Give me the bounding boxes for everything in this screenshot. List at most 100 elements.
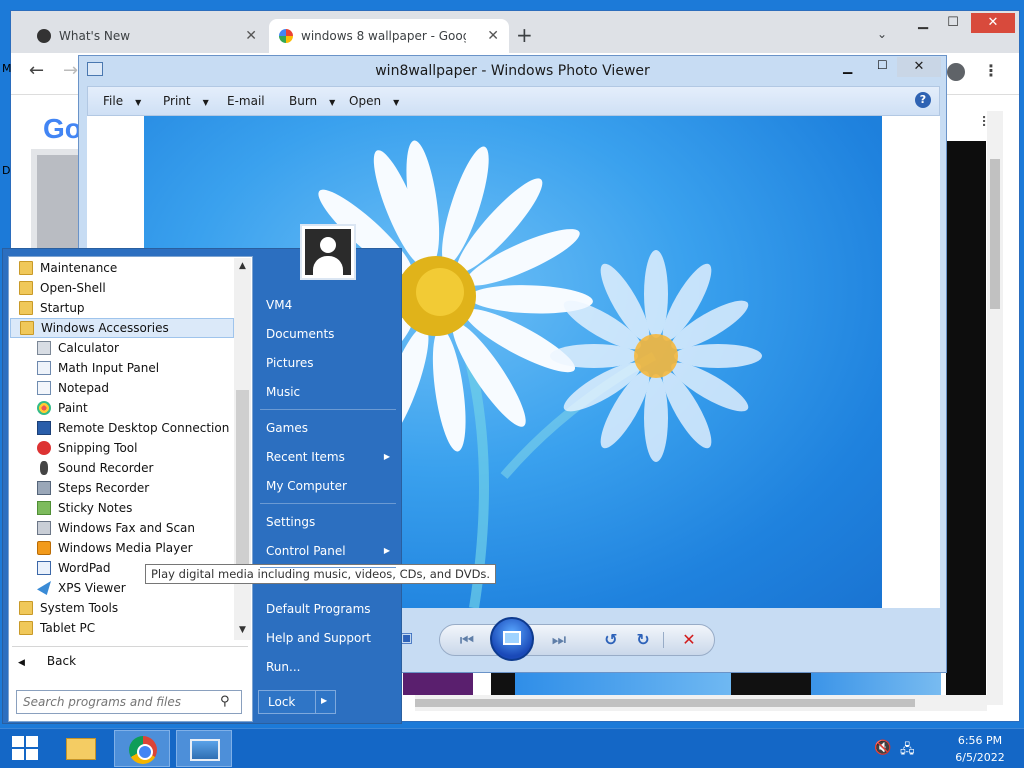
volume-muted-icon[interactable]: 🔇	[874, 740, 891, 756]
kebab-menu-icon[interactable]: ⋮	[983, 61, 999, 80]
program-steps-recorder[interactable]: Steps Recorder	[10, 478, 234, 498]
program-snipping-tool[interactable]: Snipping Tool	[10, 438, 234, 458]
image-result-thumbnail[interactable]	[731, 673, 811, 695]
snipping-tool-icon	[37, 441, 51, 455]
program-label: XPS Viewer	[58, 581, 126, 595]
microphone-icon	[40, 461, 48, 475]
program-maintenance[interactable]: Maintenance	[10, 258, 234, 278]
programs-scrollbar-thumb[interactable]	[236, 390, 249, 570]
program-notepad[interactable]: Notepad	[10, 378, 234, 398]
chevron-right-icon[interactable]: ▶	[321, 696, 327, 705]
close-icon[interactable]: ✕	[245, 28, 257, 44]
taskbar-photo-viewer[interactable]	[176, 730, 232, 767]
tab-search-button[interactable]: ⌄	[877, 27, 887, 41]
start-item-control-panel[interactable]: Control Panel ▶	[258, 538, 398, 564]
forward-arrow-icon[interactable]: →	[63, 60, 78, 81]
start-item-vm4[interactable]: VM4	[258, 292, 398, 318]
slideshow-play-button[interactable]	[490, 617, 534, 661]
page-scrollbar-thumb[interactable]	[990, 159, 1000, 309]
start-item-pictures[interactable]: Pictures	[258, 350, 398, 376]
file-explorer-icon	[66, 738, 96, 760]
start-item-recent-items[interactable]: Recent Items ▶	[258, 444, 398, 470]
program-math-input-panel[interactable]: Math Input Panel	[10, 358, 234, 378]
image-result-thumbnail[interactable]	[515, 673, 731, 695]
start-item-help-and-support[interactable]: Help and Support	[258, 625, 398, 651]
search-icon[interactable]: ⚲	[220, 694, 230, 709]
new-tab-button[interactable]: +	[516, 23, 533, 47]
program-tablet-pc[interactable]: Tablet PC	[10, 618, 234, 638]
program-windows-media-player[interactable]: Windows Media Player	[10, 538, 234, 558]
program-label: Calculator	[58, 341, 119, 355]
program-label: Open-Shell	[40, 281, 106, 295]
slideshow-icon	[503, 631, 521, 645]
image-result-thumbnail[interactable]	[403, 673, 473, 695]
program-system-tools[interactable]: System Tools	[10, 598, 234, 618]
folder-icon	[19, 261, 33, 275]
scroll-down-icon[interactable]: ▼	[234, 622, 251, 639]
program-windows-accessories[interactable]: Windows Accessories	[10, 318, 234, 338]
clock-time[interactable]: 6:56 PM	[950, 734, 1010, 747]
menu-open[interactable]: Open ▼	[349, 94, 399, 108]
start-item-documents[interactable]: Documents	[258, 321, 398, 347]
program-remote-desktop-connection[interactable]: Remote Desktop Connection	[10, 418, 234, 438]
image-result-thumbnail[interactable]	[491, 673, 515, 695]
folder-icon	[19, 601, 33, 615]
caret-down-icon: ▼	[202, 98, 209, 107]
image-result-thumbnail[interactable]	[811, 673, 941, 695]
menu-print[interactable]: Print ▼	[163, 94, 209, 108]
scroll-up-icon[interactable]: ▲	[234, 258, 251, 275]
search-programs-input[interactable]	[16, 690, 242, 714]
start-item-settings[interactable]: Settings	[258, 509, 398, 535]
start-item-run[interactable]: Run...	[258, 654, 398, 680]
maximize-button[interactable]: ☐	[939, 13, 967, 33]
user-avatar[interactable]	[300, 224, 356, 280]
toolbar-divider	[663, 632, 664, 648]
chrome-tab-whats-new[interactable]: What's New ✕	[27, 19, 267, 53]
minimize-button[interactable]: ▁	[909, 13, 937, 33]
lock-button[interactable]: Lock ▶	[258, 690, 336, 714]
program-label: Windows Media Player	[58, 541, 193, 555]
program-calculator[interactable]: Calculator	[10, 338, 234, 358]
wordpad-icon	[37, 561, 51, 575]
rotate-counterclockwise-icon[interactable]: ↺	[597, 626, 625, 654]
taskbar-file-explorer[interactable]	[52, 730, 108, 767]
previous-icon[interactable]: ⏮	[447, 626, 487, 654]
start-button[interactable]	[12, 736, 38, 760]
taskbar-chrome[interactable]	[114, 730, 170, 767]
close-button[interactable]: ✕	[897, 57, 941, 77]
maximize-button[interactable]: ☐	[877, 58, 888, 72]
next-icon[interactable]: ⏭	[539, 626, 579, 654]
program-paint[interactable]: Paint	[10, 398, 234, 418]
menu-email[interactable]: E-mail	[227, 94, 265, 108]
close-icon[interactable]: ✕	[487, 28, 499, 44]
remote-desktop-icon	[37, 421, 51, 435]
clock-date[interactable]: 6/5/2022	[950, 751, 1010, 764]
program-label: Snipping Tool	[58, 441, 138, 455]
chrome-tab-google-search[interactable]: windows 8 wallpaper - Google Search ✕	[269, 19, 509, 53]
menu-burn[interactable]: Burn ▼	[289, 94, 335, 108]
horizontal-scrollbar-thumb[interactable]	[415, 699, 915, 707]
delete-icon[interactable]: ✕	[675, 626, 703, 654]
menu-file[interactable]: File ▼	[103, 94, 141, 108]
folder-icon	[19, 621, 33, 635]
back-arrow-icon[interactable]: ←	[29, 60, 44, 81]
program-label: Maintenance	[40, 261, 118, 275]
program-sound-recorder[interactable]: Sound Recorder	[10, 458, 234, 478]
profile-icon[interactable]	[947, 63, 965, 81]
window-title: win8wallpaper - Windows Photo Viewer	[375, 63, 650, 79]
program-open-shell[interactable]: Open-Shell	[10, 278, 234, 298]
program-sticky-notes[interactable]: Sticky Notes	[10, 498, 234, 518]
start-item-my-computer[interactable]: My Computer	[258, 473, 398, 499]
close-button[interactable]: ✕	[971, 13, 1015, 33]
program-startup[interactable]: Startup	[10, 298, 234, 318]
back-button[interactable]: ◀ Back	[18, 654, 76, 668]
start-item-games[interactable]: Games	[258, 415, 398, 441]
start-item-default-programs[interactable]: Default Programs	[258, 596, 398, 622]
help-icon[interactable]: ?	[915, 92, 931, 108]
minimize-button[interactable]: ▁	[843, 60, 852, 74]
start-item-music[interactable]: Music	[258, 379, 398, 405]
rotate-clockwise-icon[interactable]: ↻	[629, 626, 657, 654]
menu-separator	[260, 503, 396, 504]
program-windows-fax-and-scan[interactable]: Windows Fax and Scan	[10, 518, 234, 538]
network-icon[interactable]: 🖧	[900, 740, 915, 762]
